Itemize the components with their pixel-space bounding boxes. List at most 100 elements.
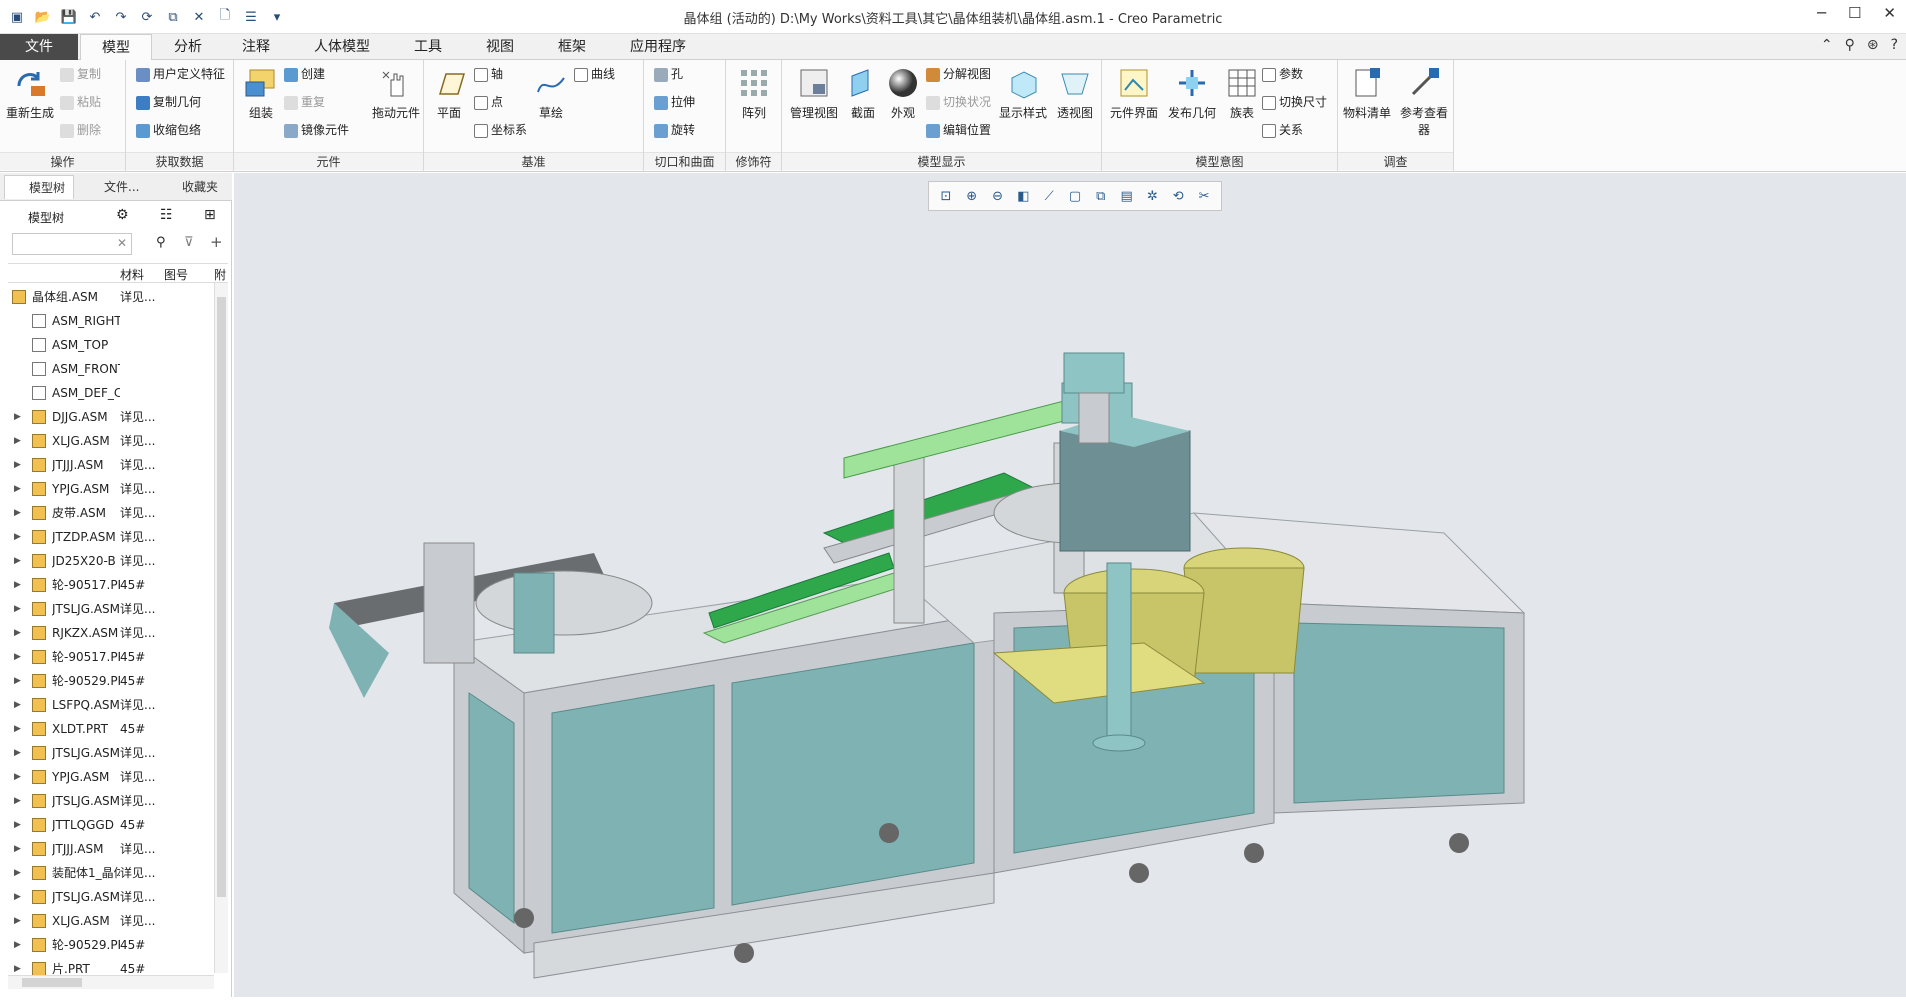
display-style-toolbar-icon[interactable]: ▢ (1066, 187, 1084, 205)
tab-analysis[interactable]: 分析 (156, 34, 220, 60)
horizontal-scroll-thumb[interactable] (22, 978, 82, 987)
tree-row[interactable]: ▶ YPJG.ASM 详见... (0, 765, 214, 789)
tree-row[interactable]: ▶ JD25X20-B 详见... (0, 549, 214, 573)
expand-arrow-icon[interactable]: ▶ (14, 477, 21, 501)
group-label-model-display[interactable]: 模型显示 (782, 152, 1101, 170)
group-label-investigate[interactable]: 调查 (1338, 152, 1453, 170)
edit-position-button[interactable]: 编辑位置 (926, 120, 991, 140)
sketch-button[interactable]: 草绘 (530, 66, 572, 121)
create-button[interactable]: 创建 (284, 64, 325, 84)
expand-arrow-icon[interactable]: ▶ (14, 597, 21, 621)
copy-geometry-button[interactable]: 复制几何 (136, 92, 201, 112)
expand-arrow-icon[interactable]: ▶ (14, 549, 21, 573)
parameters-button[interactable]: 参数 (1262, 64, 1303, 84)
tree-row[interactable]: ▶ 轮-90517.PRT45# (0, 645, 214, 669)
view-manager-icon[interactable]: ▤ (1118, 187, 1136, 205)
tree-row[interactable]: ▶ XLJG.ASM 详见... (0, 909, 214, 933)
assemble-button[interactable]: 组装 (238, 66, 284, 121)
tree-row[interactable]: ▶ XLJG.ASM 详见... (0, 429, 214, 453)
group-label-cut-surface[interactable]: 切口和曲面 (644, 152, 725, 170)
paste-button[interactable]: 粘贴 (60, 92, 101, 112)
expand-arrow-icon[interactable]: ▶ (14, 741, 21, 765)
tab-favorites[interactable]: 收藏夹 (158, 175, 230, 199)
relations-button[interactable]: 关系 (1262, 120, 1303, 140)
expand-arrow-icon[interactable]: ▶ (14, 501, 21, 525)
display-style-button[interactable]: 显示样式 (996, 66, 1050, 121)
tab-file[interactable]: 文件 (0, 34, 78, 60)
hole-button[interactable]: 孔 (654, 64, 683, 84)
perspective-button[interactable]: 透视图 (1052, 66, 1098, 121)
tab-file-browser[interactable]: 文件... (80, 175, 152, 199)
tree-row[interactable]: ▶ JTSLJG.ASM 详见... (0, 885, 214, 909)
expand-arrow-icon[interactable]: ▶ (14, 933, 21, 957)
axis-button[interactable]: 轴 (474, 64, 503, 84)
minimize-icon[interactable]: ─ (1817, 4, 1826, 22)
delete-button[interactable]: 删除 (60, 120, 101, 140)
tree-horizontal-scrollbar[interactable] (8, 975, 214, 989)
column-drawing-number[interactable]: 图号 (164, 266, 188, 283)
csys-button[interactable]: 坐标系 (474, 120, 527, 140)
plane-button[interactable]: 平面 (428, 66, 470, 121)
tree-columns-icon[interactable]: ☷ (160, 207, 173, 223)
tree-search-input[interactable]: ✕ (12, 233, 132, 255)
group-label-modifiers[interactable]: 修饰符 (726, 152, 781, 170)
group-label-datum[interactable]: 基准 (424, 152, 643, 170)
column-attach[interactable]: 附 (214, 266, 226, 283)
add-column-icon[interactable]: + (210, 233, 223, 251)
group-label-get-data[interactable]: 获取数据 (126, 152, 233, 170)
tree-row[interactable]: 晶体组.ASM 详见... (0, 285, 214, 309)
perspective-view-icon[interactable]: ⟋ (1040, 187, 1058, 205)
tree-row[interactable]: ▶ JTSLJG.ASM 详见... (0, 597, 214, 621)
expand-arrow-icon[interactable]: ▶ (14, 621, 21, 645)
expand-arrow-icon[interactable]: ▶ (14, 909, 21, 933)
toggle-status-button[interactable]: 切换状况 (926, 92, 991, 112)
tree-row[interactable]: ▶ 轮-90529.PRT45# (0, 933, 214, 957)
expand-arrow-icon[interactable]: ▶ (14, 453, 21, 477)
expand-arrow-icon[interactable]: ▶ (14, 717, 21, 741)
tree-row[interactable]: ▶ JTSLJG.ASM 详见... (0, 741, 214, 765)
tree-row[interactable]: ▶ 皮带.ASM 详见... (0, 501, 214, 525)
expand-arrow-icon[interactable]: ▶ (14, 813, 21, 837)
shrinkwrap-button[interactable]: 收缩包络 (136, 120, 201, 140)
zoom-out-icon[interactable]: ⊖ (989, 187, 1007, 205)
group-label-operations[interactable]: 操作 (0, 152, 125, 170)
clear-search-icon[interactable]: ✕ (117, 236, 127, 250)
section-button[interactable]: 截面 (844, 66, 882, 121)
group-label-component[interactable]: 元件 (234, 152, 423, 170)
group-label-model-intent[interactable]: 模型意图 (1102, 152, 1337, 170)
tab-framework[interactable]: 框架 (540, 34, 604, 60)
component-interface-button[interactable]: 元件界面 (1106, 66, 1162, 121)
help-icon[interactable]: ? (1891, 37, 1898, 53)
tree-row[interactable]: ▶ YPJG.ASM 详见... (0, 477, 214, 501)
expand-arrow-icon[interactable]: ▶ (14, 525, 21, 549)
expand-arrow-icon[interactable]: ▶ (14, 573, 21, 597)
tree-row[interactable]: ▶ LSFPQ.ASM 详见... (0, 693, 214, 717)
expand-arrow-icon[interactable]: ▶ (14, 885, 21, 909)
tree-vertical-scrollbar[interactable] (214, 283, 228, 973)
find-icon[interactable]: ⚲ (156, 235, 166, 250)
zoom-in-icon[interactable]: ⊕ (963, 187, 981, 205)
expand-arrow-icon[interactable]: ▶ (14, 669, 21, 693)
vertical-scroll-thumb[interactable] (217, 297, 226, 897)
graphics-window[interactable] (234, 173, 1906, 997)
tree-row[interactable]: ▶ JTJJJ.ASM 详见... (0, 837, 214, 861)
spin-center-icon[interactable]: ⟲ (1169, 187, 1187, 205)
curve-button[interactable]: 曲线 (574, 64, 615, 84)
tree-row[interactable]: ASM_RIGHT (0, 309, 214, 333)
tree-row[interactable]: ▶ 装配体1_晶体 详见... (0, 861, 214, 885)
expand-arrow-icon[interactable]: ▶ (14, 645, 21, 669)
tree-filter-icon[interactable]: ⊞ (204, 207, 216, 223)
tree-row[interactable]: ▶ JTTLQGGD 45# (0, 813, 214, 837)
extrude-button[interactable]: 拉伸 (654, 92, 695, 112)
mirror-component-button[interactable]: 镜像元件 (284, 120, 349, 140)
annotation-display-icon[interactable]: ✂ (1195, 187, 1213, 205)
toggle-dimensions-button[interactable]: 切换尺寸 (1262, 92, 1327, 112)
tree-row[interactable]: ASM_DEF_CSYS (0, 381, 214, 405)
tab-annotate[interactable]: 注释 (224, 34, 288, 60)
expand-arrow-icon[interactable]: ▶ (14, 429, 21, 453)
collapse-ribbon-icon[interactable]: ⌃ (1821, 37, 1833, 53)
tree-row[interactable]: ▶ JTJJJ.ASM 详见... (0, 453, 214, 477)
tree-settings-icon[interactable]: ⚙ (116, 207, 129, 223)
tab-view[interactable]: 视图 (468, 34, 532, 60)
tab-tools[interactable]: 工具 (396, 34, 460, 60)
